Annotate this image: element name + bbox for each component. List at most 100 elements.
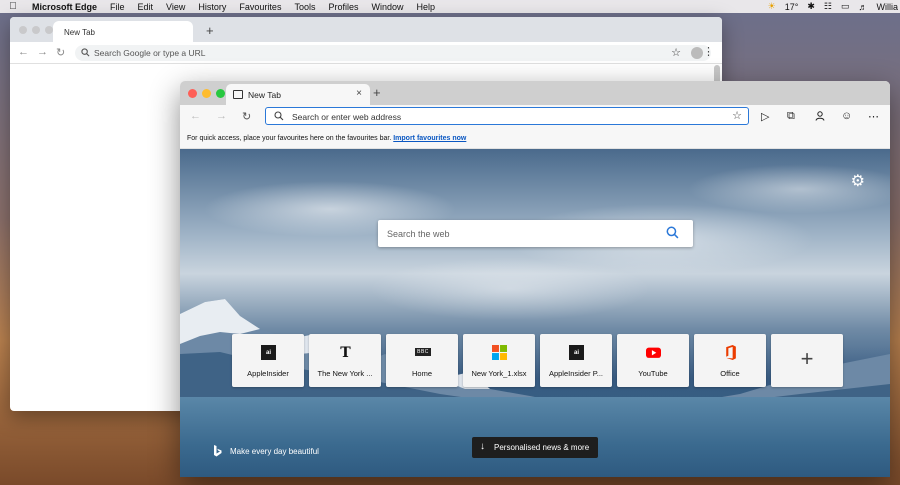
address-bar[interactable]: Search or enter web address ☆	[265, 107, 749, 125]
bing-logo-icon	[214, 445, 222, 457]
top-site-tile[interactable]: 𝐓 The New York ...	[309, 334, 381, 387]
arrow-down-icon: ↓	[480, 441, 485, 452]
chrome-tab-title: New Tab	[64, 28, 95, 37]
import-favourites-link[interactable]: Import favourites now	[393, 135, 466, 142]
menu-app-name[interactable]: Microsoft Edge	[32, 2, 97, 12]
edge-toolbar: ← → ↻ Search or enter web address ☆ ▷ ⧉ …	[180, 105, 890, 128]
search-icon[interactable]	[666, 226, 679, 239]
menu-tools[interactable]: Tools	[294, 2, 315, 12]
personalised-news-button[interactable]: ↓ Personalised news & more	[472, 437, 598, 458]
tile-label: AppleInsider P...	[548, 369, 604, 378]
volume-icon[interactable]: ♬	[859, 2, 868, 12]
chrome-new-tab-button[interactable]: +	[206, 23, 214, 38]
zoom-button[interactable]	[216, 89, 225, 98]
tab-close-icon[interactable]: ×	[356, 88, 362, 99]
appleinsider-icon: ai	[569, 345, 584, 360]
wifi-icon[interactable]: ☷	[824, 1, 832, 12]
chrome-window-controls	[19, 26, 53, 34]
close-button[interactable]	[188, 89, 197, 98]
read-aloud-play-icon[interactable]: ▷	[761, 110, 769, 123]
zoom-dot[interactable]	[45, 26, 53, 34]
macos-menu-bar:  Microsoft Edge File Edit View History …	[0, 0, 900, 13]
edge-tab[interactable]: New Tab ×	[226, 84, 370, 105]
chrome-omnibox[interactable]: Search Google or type a URL ☆	[75, 45, 711, 61]
page-settings-gear-icon[interactable]: ⚙	[851, 171, 865, 191]
minimize-button[interactable]	[202, 89, 211, 98]
edge-new-tab-button[interactable]: +	[373, 85, 381, 100]
top-site-tile[interactable]: ai AppleInsider P...	[540, 334, 612, 387]
new-tab-page-icon	[233, 90, 243, 99]
bing-caption[interactable]: Make every day beautiful	[213, 445, 319, 457]
weather-icon[interactable]: ☀	[768, 1, 776, 12]
chrome-toolbar: ← → ↻ Search Google or type a URL ☆ ⋮	[10, 42, 722, 64]
web-search-placeholder: Search the web	[387, 229, 450, 239]
bbc-icon: BBC	[415, 348, 431, 356]
tile-label: Office	[720, 369, 740, 378]
airplay-icon[interactable]: ▭	[841, 1, 850, 12]
office-icon	[726, 345, 736, 360]
collections-icon[interactable]: ⧉	[787, 110, 795, 123]
apple-menu-icon[interactable]: 	[6, 1, 20, 12]
profile-avatar[interactable]	[691, 47, 703, 59]
top-site-tile[interactable]: BBC Home	[386, 334, 458, 387]
add-site-plus-icon: +	[800, 346, 814, 371]
forward-arrow-icon[interactable]: →	[216, 110, 227, 122]
new-tab-page: ⚙ Search the web ai AppleInsider 𝐓 The N…	[180, 149, 890, 477]
chrome-menu-icon[interactable]: ⋮	[703, 45, 714, 58]
refresh-icon[interactable]: ↻	[242, 110, 251, 123]
menu-extras: ☀ 17° ✱ ☷ ▭ ♬ Willia	[768, 0, 898, 13]
nyt-icon: 𝐓	[340, 344, 351, 361]
top-site-tile[interactable]: Office	[694, 334, 766, 387]
chrome-tabstrip: New Tab +	[10, 17, 722, 42]
edge-window-controls	[188, 89, 225, 98]
favourites-bar-text: For quick access, place your favourites …	[187, 135, 392, 142]
address-placeholder: Search or enter web address	[292, 112, 402, 122]
tile-label: AppleInsider	[247, 369, 289, 378]
profile-icon[interactable]	[815, 111, 825, 121]
web-search-box[interactable]: Search the web	[378, 220, 693, 247]
menu-profiles[interactable]: Profiles	[328, 2, 358, 12]
add-site-tile[interactable]: +	[771, 334, 843, 387]
bluetooth-icon[interactable]: ✱	[807, 1, 815, 12]
edge-tab-title: New Tab	[248, 90, 281, 100]
back-arrow-icon[interactable]: ←	[18, 46, 29, 58]
microsoft-icon	[492, 345, 507, 360]
edge-tabstrip: New Tab × +	[180, 81, 890, 105]
top-sites: ai AppleInsider 𝐓 The New York ... BBC H…	[232, 334, 843, 387]
top-site-tile[interactable]: ai AppleInsider	[232, 334, 304, 387]
add-favourite-star-icon[interactable]: ☆	[732, 109, 742, 122]
chrome-tab[interactable]: New Tab	[53, 21, 193, 42]
news-button-label: Personalised news & more	[494, 443, 590, 452]
menu-window[interactable]: Window	[371, 2, 403, 12]
tile-label: Home	[411, 369, 432, 378]
close-dot[interactable]	[19, 26, 27, 34]
menu-file[interactable]: File	[110, 2, 125, 12]
menu-favourites[interactable]: Favourites	[239, 2, 281, 12]
tile-label: The New York ...	[317, 369, 373, 378]
settings-more-icon[interactable]: ⋯	[868, 110, 879, 123]
favourites-bar: For quick access, place your favourites …	[180, 128, 890, 149]
forward-arrow-icon[interactable]: →	[37, 46, 48, 58]
edge-window: New Tab × + ← → ↻ Search or enter web ad…	[180, 81, 890, 477]
menu-edit[interactable]: Edit	[138, 2, 154, 12]
menu-history[interactable]: History	[198, 2, 226, 12]
menu-help[interactable]: Help	[417, 2, 436, 12]
user-name[interactable]: Willia	[877, 2, 899, 12]
youtube-icon	[646, 347, 661, 358]
tile-label: New York_1.xlsx	[471, 369, 527, 378]
appleinsider-icon: ai	[261, 345, 276, 360]
search-icon	[274, 111, 284, 121]
reload-icon[interactable]: ↻	[56, 46, 65, 59]
top-site-tile[interactable]: New York_1.xlsx	[463, 334, 535, 387]
search-icon	[81, 48, 90, 57]
bing-caption-text: Make every day beautiful	[230, 446, 319, 456]
weather-temp[interactable]: 17°	[785, 2, 799, 12]
back-arrow-icon[interactable]: ←	[190, 110, 201, 122]
feedback-smiley-icon[interactable]: ☺	[841, 110, 852, 122]
minimize-dot[interactable]	[32, 26, 40, 34]
menu-view[interactable]: View	[166, 2, 185, 12]
tile-label: YouTube	[638, 369, 668, 378]
chrome-omnibox-placeholder: Search Google or type a URL	[94, 48, 206, 58]
top-site-tile[interactable]: YouTube	[617, 334, 689, 387]
bookmark-star-icon[interactable]: ☆	[671, 46, 681, 59]
